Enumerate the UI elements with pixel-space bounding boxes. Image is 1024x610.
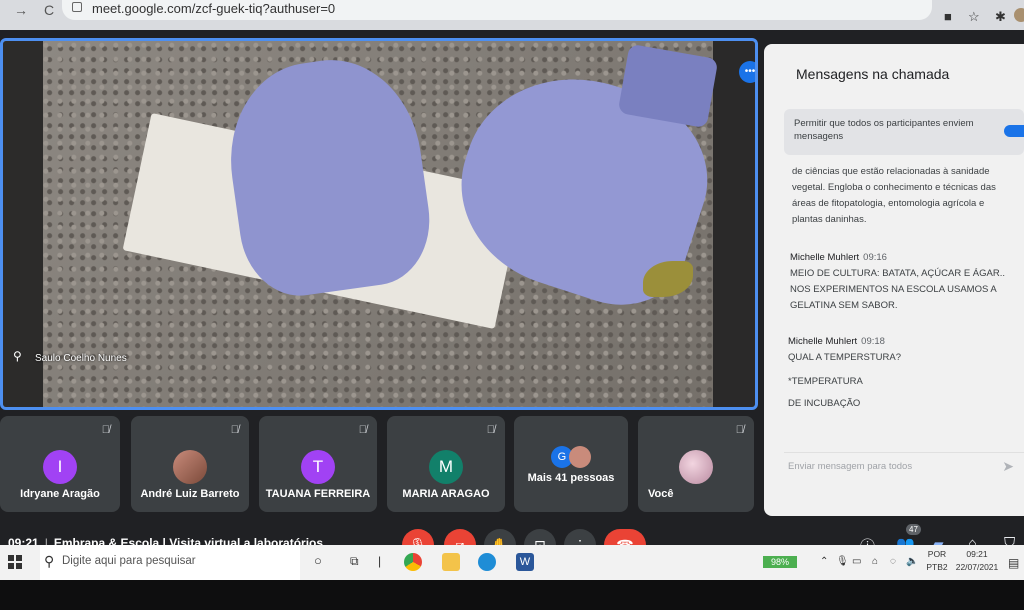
avatar — [173, 450, 207, 484]
battery-indicator[interactable]: 98% — [763, 556, 797, 568]
self-tile[interactable]: 🎙̸ Você — [638, 416, 754, 512]
taskbar-search[interactable]: ⚲ Digite aqui para pesquisar — [40, 545, 300, 580]
lock-icon — [72, 2, 82, 12]
search-icon: ⚲ — [44, 553, 55, 569]
language-top: POR — [927, 549, 947, 559]
permit-label: Permitir que todos os participantes envi… — [794, 118, 974, 142]
camera-icon[interactable]: ▭ — [852, 556, 861, 567]
network-icon[interactable]: ⌂ — [872, 556, 878, 567]
message-time: 09:18 — [861, 336, 885, 347]
participant-name: Você — [648, 488, 674, 500]
speaker-name: Saulo Coelho Nunes — [35, 353, 127, 364]
participant-name: MARIA ARAGAO — [402, 488, 490, 500]
wifi-icon[interactable]: ◌ — [890, 556, 896, 567]
clock-time: 09:21 — [966, 549, 988, 559]
message-text: *TEMPERATURA — [788, 376, 863, 387]
volume-icon[interactable]: 🔈 — [906, 556, 918, 567]
participants-count-badge: 47 — [906, 524, 921, 535]
windows-taskbar: ⚲ Digite aqui para pesquisar ○ ⧉ | W 98%… — [0, 545, 1024, 580]
sender-name: Michelle Muhlert — [788, 336, 858, 347]
mic-off-icon: 🎙̸ — [101, 424, 110, 436]
chat-message: Michelle Muhlert 09:18 QUAL A TEMPERSTURA… — [788, 334, 1020, 412]
chat-message-continued: de ciências que estão relacionadas à san… — [792, 166, 996, 225]
edge-icon[interactable] — [478, 553, 496, 571]
more-participants-tile[interactable]: G Mais 41 pessoas — [514, 416, 628, 512]
sender-name: Michelle Muhlert — [790, 252, 860, 263]
avatar: I — [43, 450, 77, 484]
profile-icon[interactable] — [1014, 8, 1024, 22]
word-icon[interactable]: W — [516, 553, 534, 571]
address-bar[interactable]: meet.google.com/zcf-guek-tiq?authuser=0 — [62, 0, 932, 20]
participant-name: TAUANA FERREIRA — [265, 488, 371, 500]
audio-bars-icon: ••• — [739, 61, 755, 83]
avatar: T — [301, 450, 335, 484]
avatar — [679, 450, 713, 484]
chat-input[interactable]: Enviar mensagem para todos ➤ — [784, 452, 1024, 479]
participant-tile[interactable]: 🎙̸ T TAUANA FERREIRA — [259, 416, 377, 512]
monitor-bezel — [0, 580, 1024, 610]
mic-off-icon: 🎙̸ — [486, 424, 495, 436]
participant-tile[interactable]: 🎙̸ André Luiz Barreto — [131, 416, 249, 512]
task-view-icon[interactable]: ⧉ — [350, 554, 359, 569]
main-video-tile[interactable]: ••• ⚲ Saulo Coelho Nunes — [0, 38, 758, 410]
mic-off-icon: 🎙̸ — [735, 424, 744, 436]
file-explorer-icon[interactable] — [442, 553, 460, 571]
clock-date: 22/07/2021 — [955, 562, 999, 572]
chat-title: Mensagens na chamada — [796, 66, 950, 82]
back-icon[interactable]: → — [14, 2, 28, 18]
refresh-icon[interactable]: C — [44, 2, 54, 18]
message-text: MEIO DE CULTURA: BATATA, AÇÚCAR E ÁGAR..… — [790, 268, 1006, 311]
permit-toggle[interactable] — [1004, 125, 1024, 137]
search-placeholder: Digite aqui para pesquisar — [62, 555, 196, 567]
message-text: DE INCUBAÇÃO — [788, 398, 861, 409]
meet-stage: ••• ⚲ Saulo Coelho Nunes 🎙̸ I Idryane Ar… — [0, 30, 1024, 561]
windows-start-icon[interactable] — [8, 555, 22, 569]
avatar — [569, 446, 592, 468]
chat-panel: Mensagens na chamada Permitir que todos … — [764, 44, 1024, 516]
mic-off-icon: 🎙̸ — [230, 424, 239, 436]
camera-icon[interactable]: ■ — [944, 9, 952, 24]
cortana-icon[interactable]: ○ — [314, 553, 322, 568]
chat-message: Michelle Muhlert 09:16 MEIO DE CULTURA: B… — [790, 250, 1022, 314]
language-indicator[interactable]: POR PTB2 — [924, 548, 950, 574]
frame-edge-right — [713, 41, 755, 407]
message-text: QUAL A TEMPERSTURA? — [788, 352, 901, 363]
pin-icon[interactable]: ⚲ — [13, 349, 22, 363]
microphone-icon[interactable]: 🎙 — [836, 556, 849, 567]
message-time: 09:16 — [863, 252, 887, 263]
extensions-icon[interactable]: ✱ — [995, 9, 1006, 25]
chevron-up-icon[interactable]: ⌃ — [820, 556, 828, 567]
language-bottom: PTB2 — [926, 562, 948, 572]
participant-name: Idryane Aragão — [20, 488, 100, 500]
participant-tile[interactable]: 🎙̸ I Idryane Aragão — [0, 416, 120, 512]
chrome-icon[interactable] — [404, 553, 422, 571]
mic-off-icon: 🎙̸ — [358, 424, 367, 436]
permit-messages-setting: Permitir que todos os participantes envi… — [784, 109, 1024, 155]
star-icon[interactable]: ☆ — [968, 9, 980, 25]
participant-name: André Luiz Barreto — [140, 488, 240, 500]
notifications-icon[interactable]: ▤ — [1008, 556, 1019, 570]
participant-tile[interactable]: 🎙̸ M MARIA ARAGAO — [387, 416, 505, 512]
browser-toolbar: → C meet.google.com/zcf-guek-tiq?authuser… — [0, 0, 1024, 30]
clock[interactable]: 09:21 22/07/2021 — [952, 548, 1002, 574]
chat-input-placeholder: Enviar mensagem para todos — [788, 461, 913, 472]
separator-icon: | — [378, 554, 382, 568]
url-text: meet.google.com/zcf-guek-tiq?authuser=0 — [92, 1, 336, 16]
send-icon[interactable]: ➤ — [1002, 458, 1014, 475]
avatar: M — [429, 450, 463, 484]
participant-name: Mais 41 pessoas — [527, 472, 615, 484]
